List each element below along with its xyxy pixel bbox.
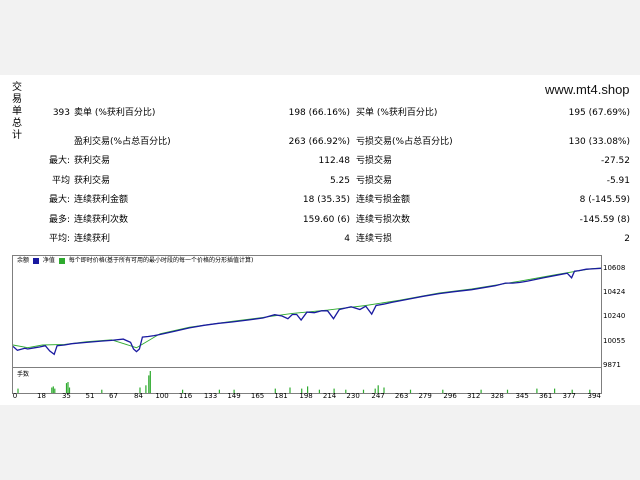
stat-value: 2 [624,234,630,244]
x-tick-label: 18 [36,392,46,400]
balance-chart: 余额 净值 每个即时价格(基于所有可用的最小时段的每一个价格的分形插值计算) [12,255,602,371]
volume-bar [149,371,151,393]
volume-bar [318,389,320,393]
stat-prefix: 最大: [48,195,70,205]
stat-value: 112.48 [318,156,351,166]
volume-chart: 手数 [12,367,602,394]
stat-value: -5.91 [606,175,630,186]
x-tick-label: 198 [299,392,313,400]
x-tick-label: 263 [394,392,409,400]
volume-plot [17,371,591,393]
volume-bar [148,375,150,393]
x-tick-label: 279 [418,392,432,400]
x-tick-label: 149 [227,392,241,400]
stat-value: 130 (33.08%) [568,136,630,147]
side-char: 交 [12,82,22,93]
site-watermark: www.mt4.shop [545,82,630,97]
x-tick-label: 35 [61,392,71,400]
volume-bar [536,388,538,393]
equity-line [13,267,601,349]
y-tick-label: 9871 [603,361,621,369]
stat-prefix: 最大: [48,156,70,166]
stat-value: 159.60 (6) [302,214,350,225]
x-tick-label: 67 [109,392,118,400]
x-tick-label: 296 [443,392,457,400]
volume-bar [289,387,291,393]
balance-plot [13,267,601,356]
stat-value: 195 (67.69%) [568,108,630,118]
stat-value: 263 (66.92%) [288,136,350,147]
side-char: 计 [12,130,22,141]
stat-value: 18 (35.35) [302,195,350,205]
x-tick-label: 133 [203,392,218,400]
x-tick-label: 0 [12,392,18,400]
volume-bar [362,389,365,393]
stat-value: 5.25 [329,175,350,186]
x-tick-label: 247 [371,392,385,400]
volume-bar [17,388,19,393]
x-tick-label: 116 [178,392,193,400]
stat-prefix: 393 [52,108,70,118]
x-tick-label: 345 [515,392,529,400]
x-tick-label: 84 [134,392,143,400]
stat-prefix: 平均: [48,234,70,244]
y-tick-label: 10424 [603,288,626,297]
side-char: 总 [12,118,22,129]
stat-value: -27.52 [600,156,630,166]
x-tick-label: 361 [538,392,553,400]
volume-bar [51,387,53,393]
x-tick-label: 394 [587,392,601,400]
stat-value: -145.59 (8) [579,214,630,225]
stat-value: 8 (-145.59) [579,195,630,205]
x-tick-label: 230 [346,392,360,400]
y-tick-label: 10240 [603,312,626,321]
x-tick-label: 214 [322,392,337,400]
volume-bar [554,388,556,393]
x-tick-label: 328 [490,392,504,400]
stat-value: 4 [344,234,350,244]
stat-prefix [28,136,70,148]
x-tick-label: 165 [250,392,265,400]
y-tick-label: 10608 [603,263,626,272]
x-tick-label: 377 [562,392,576,400]
x-tick-label: 100 [155,392,169,400]
volume-bar [52,386,54,393]
stat-prefix: 平均 [51,175,70,186]
side-char: 单 [12,106,22,117]
x-tick-label: 181 [274,392,288,400]
volume-bar [145,385,147,393]
balance-line [13,267,601,356]
volume-bar [506,389,509,393]
volume-bar [101,389,103,393]
stat-prefix: 最多: [48,214,70,225]
y-tick-label: 10055 [603,336,626,345]
volume-bar [480,389,482,393]
volume-bar [54,388,56,393]
volume-bar [409,389,412,393]
side-char: 易 [12,94,22,105]
summary-side-label: 交 易 单 总 计 [10,82,24,142]
volume-bar [218,389,220,393]
x-tick-label: 51 [85,392,95,400]
stat-value: 198 (66.16%) [288,108,350,118]
x-tick-label: 312 [466,392,481,400]
